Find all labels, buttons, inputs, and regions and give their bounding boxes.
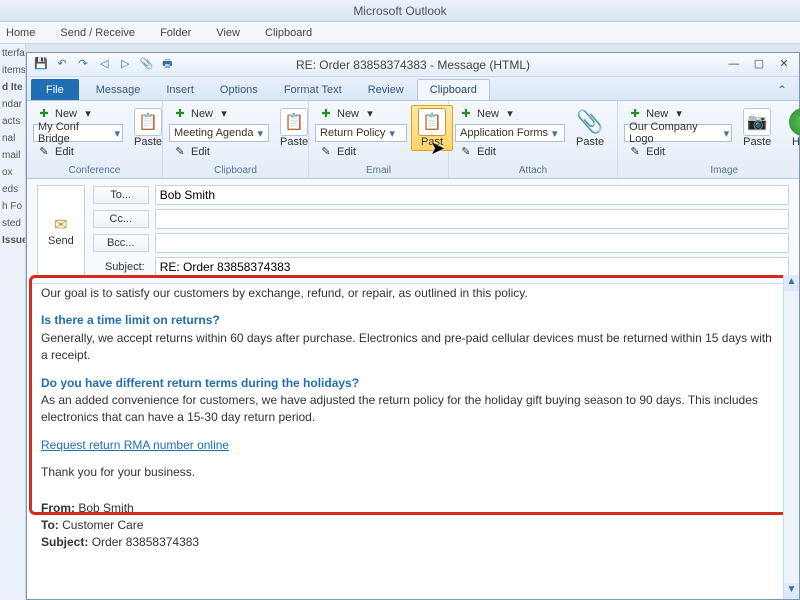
qat-undo-icon[interactable]: ↶ [54,56,70,72]
attach-new-button[interactable]: ✚New▾ [455,105,565,123]
message-header: ✉ Send To... Cc... Bcc... Subject: [27,179,799,284]
qat-redo-icon[interactable]: ↷ [75,56,91,72]
scrollbar[interactable]: ▲ ▼ [783,275,799,599]
clipboard-new-button[interactable]: ✚New▾ [169,105,269,123]
quick-access-toolbar: 💾 ↶ ↷ ◁ ▷ 📎 🖶 [33,56,177,72]
clipboard-icon: 📋 [418,108,446,136]
email-dropdown[interactable]: Return Policy▾ [315,124,407,142]
group-label: Clipboard [163,165,308,176]
bcc-button[interactable]: Bcc... [93,234,149,252]
menu-send-receive[interactable]: Send / Receive [60,27,135,39]
email-edit-button[interactable]: ✎Edit [315,143,407,161]
attach-edit-button[interactable]: ✎Edit [455,143,565,161]
body-text: Our goal is to satisfy our customers by … [41,285,781,302]
envelope-icon: ✉ [54,215,67,235]
bcc-field[interactable] [155,233,789,253]
pencil-icon: ✎ [459,145,473,159]
close-button[interactable]: ✕ [775,56,793,72]
to-button[interactable]: To... [93,186,149,204]
group-label: Email [309,165,448,176]
group-label: Attach [449,165,617,176]
group-label: Conference [27,165,162,176]
tab-review[interactable]: Review [355,79,417,100]
body-text: As an added convenience for customers, w… [41,393,758,424]
image-edit-button[interactable]: ✎Edit [624,143,732,161]
group-label: Image [618,165,800,176]
menu-clipboard[interactable]: Clipboard [265,27,312,39]
cc-field[interactable] [155,209,789,229]
pencil-icon: ✎ [319,145,333,159]
body-text: Generally, we accept returns within 60 d… [41,331,772,362]
email-new-button[interactable]: ✚New▾ [315,105,407,123]
tab-insert[interactable]: Insert [153,79,207,100]
ribbon: ✚New▾ My Conf Bridge▾ ✎Edit 📋Paste Confe… [27,101,799,179]
outlook-menubar: Home Send / Receive Folder View Clipboar… [0,22,800,44]
image-paste-button[interactable]: 📷Paste [736,105,778,151]
qat-save-icon[interactable]: 💾 [33,56,49,72]
conference-dropdown[interactable]: My Conf Bridge▾ [33,124,123,142]
attach-dropdown[interactable]: Application Forms▾ [455,124,565,142]
help-icon: ? [789,108,800,136]
group-email: ✚New▾ Return Policy▾ ✎Edit 📋 Past ➤ Emai… [309,101,449,178]
help-button[interactable]: ?Help [782,105,800,151]
clipboard-edit-button[interactable]: ✎Edit [169,143,269,161]
rma-link[interactable]: Request return RMA number online [41,438,229,452]
compose-window: 💾 ↶ ↷ ◁ ▷ 📎 🖶 RE: Order 83858374383 - Me… [26,52,800,600]
qat-print-icon[interactable]: 🖶 [159,56,175,72]
group-clipboard: ✚New▾ Meeting Agenda▾ ✎Edit 📋Paste Clipb… [163,101,309,178]
tab-message[interactable]: Message [83,79,154,100]
outlook-title: Microsoft Outlook [0,0,800,22]
conference-edit-button[interactable]: ✎Edit [33,143,123,161]
menu-view[interactable]: View [216,27,240,39]
tab-clipboard[interactable]: Clipboard [417,79,490,100]
group-image: ✚New▾ Our Company Logo▾ ✎Edit 📷Paste ?He… [618,101,800,178]
scroll-down-icon[interactable]: ▼ [784,583,799,599]
image-dropdown[interactable]: Our Company Logo▾ [624,124,732,142]
tab-options[interactable]: Options [207,79,271,100]
plus-icon: ✚ [173,107,187,121]
subject-field[interactable] [155,257,789,277]
ribbon-collapse-icon[interactable]: ⌃ [773,80,791,100]
pencil-icon: ✎ [628,145,642,159]
quoted-header: From: Bob Smith To: Customer Care Subjec… [41,500,781,552]
plus-icon: ✚ [37,107,51,121]
cc-button[interactable]: Cc... [93,210,149,228]
paperclip-icon: 📎 [576,108,604,136]
title-bar: 💾 ↶ ↷ ◁ ▷ 📎 🖶 RE: Order 83858374383 - Me… [27,53,799,77]
maximize-button[interactable]: ▢ [750,56,768,72]
plus-icon: ✚ [628,107,642,121]
menu-folder[interactable]: Folder [160,27,191,39]
pencil-icon: ✎ [37,145,51,159]
group-conference: ✚New▾ My Conf Bridge▾ ✎Edit 📋Paste Confe… [27,101,163,178]
qat-next-icon[interactable]: ▷ [117,56,133,72]
pencil-icon: ✎ [173,145,187,159]
plus-icon: ✚ [459,107,473,121]
to-field[interactable] [155,185,789,205]
qat-prev-icon[interactable]: ◁ [96,56,112,72]
clipboard-dropdown[interactable]: Meeting Agenda▾ [169,124,269,142]
scroll-up-icon[interactable]: ▲ [784,275,799,291]
menu-home[interactable]: Home [6,27,35,39]
body-text: Thank you for your business. [41,464,781,481]
minimize-button[interactable]: — [725,56,743,72]
tab-format-text[interactable]: Format Text [271,79,355,100]
message-body[interactable]: Our goal is to satisfy our customers by … [27,275,799,599]
ribbon-tabs: File Message Insert Options Format Text … [27,77,799,101]
body-heading: Do you have different return terms durin… [41,376,359,390]
camera-icon: 📷 [743,108,771,136]
group-attach: ✚New▾ Application Forms▾ ✎Edit 📎Paste At… [449,101,618,178]
attach-paste-button[interactable]: 📎Paste [569,105,611,151]
plus-icon: ✚ [319,107,333,121]
nav-pane[interactable]: tterfaitemsd Ite ndaractsnal mailoxeds h… [0,44,26,600]
tab-file[interactable]: File [31,79,79,100]
email-paste-button[interactable]: 📋 Past ➤ [411,105,453,151]
body-heading: Is there a time limit on returns? [41,313,220,327]
qat-attach-icon[interactable]: 📎 [138,56,154,72]
clipboard-icon: 📋 [134,108,162,136]
subject-label: Subject: [93,259,149,275]
send-button[interactable]: ✉ Send [37,185,85,277]
clipboard-icon: 📋 [280,108,308,136]
